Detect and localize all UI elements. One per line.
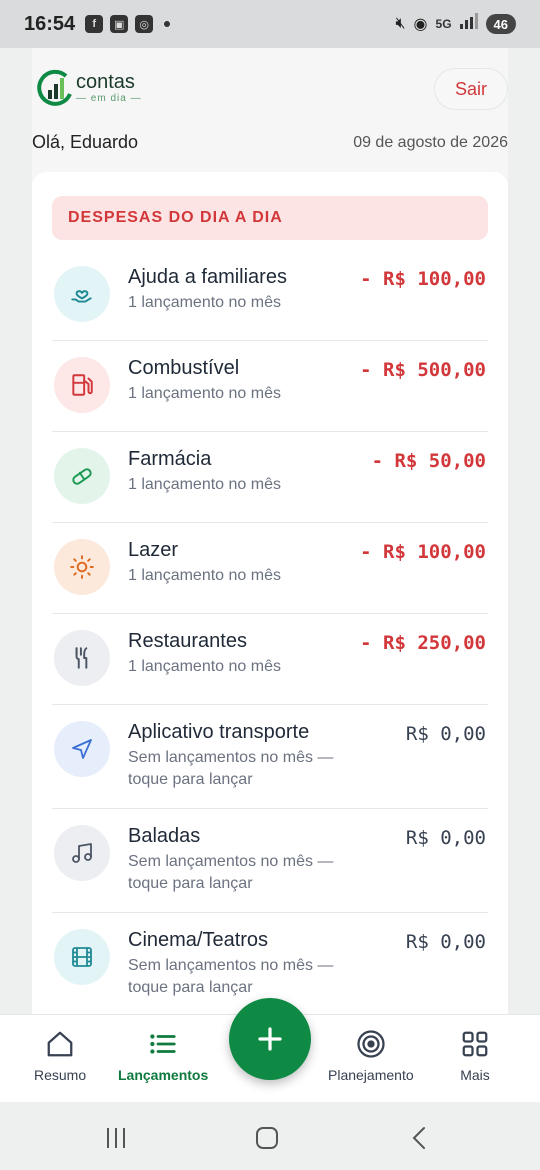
- category-row[interactable]: Restaurantes 1 lançamento no mês - R$ 25…: [52, 614, 488, 705]
- category-list: Ajuda a familiares 1 lançamento no mês -…: [52, 250, 488, 1017]
- category-row[interactable]: Aplicativo transporte Sem lançamentos no…: [52, 705, 488, 809]
- mute-icon: 🔇︎: [395, 15, 406, 32]
- nav-label: Resumo: [34, 1067, 87, 1083]
- category-amount: - R$ 500,00: [360, 359, 486, 381]
- category-name: Ajuda a familiares: [128, 266, 287, 288]
- notification-icons: f ▣ ◎: [85, 15, 171, 33]
- nav-label: Mais: [460, 1067, 490, 1083]
- category-amount: R$ 0,00: [405, 723, 486, 745]
- category-row[interactable]: Lazer 1 lançamento no mês - R$ 100,00: [52, 523, 488, 614]
- network-type: 5G: [435, 17, 452, 31]
- category-name: Lazer: [128, 539, 179, 561]
- sun-icon: [70, 555, 94, 579]
- logout-button[interactable]: Sair: [434, 68, 508, 110]
- status-bar: 16:54 f ▣ ◎ 🔇︎ ◉ 5G 46: [0, 0, 540, 48]
- add-entry-button[interactable]: [229, 998, 311, 1080]
- category-icon-bg: [54, 357, 110, 413]
- category-name: Aplicativo transporte: [128, 721, 310, 743]
- category-subtitle: Sem lançamentos no mês — toque para lanç…: [128, 853, 334, 892]
- category-name: Baladas: [128, 825, 201, 847]
- system-status: 🔇︎ ◉ 5G 46: [395, 13, 516, 35]
- logo-subtitle: — em dia —: [76, 93, 142, 104]
- nav-planejamento[interactable]: Planejamento: [328, 1029, 414, 1083]
- category-subtitle: Sem lançamentos no mês — toque para lanç…: [128, 957, 334, 996]
- category-icon-bg: [54, 448, 110, 504]
- app-container: contas — em dia — Sair Olá, Eduardo 09 d…: [32, 48, 508, 1014]
- list-icon: [150, 1034, 176, 1054]
- category-subtitle: Sem lançamentos no mês — toque para lanç…: [128, 749, 334, 788]
- category-icon-bg: [54, 630, 110, 686]
- category-icon-bg: [54, 721, 110, 777]
- category-subtitle: 1 lançamento no mês: [128, 658, 281, 675]
- category-name: Farmácia: [128, 448, 212, 470]
- category-icon-bg: [54, 539, 110, 595]
- category-name: Cinema/Teatros: [128, 929, 269, 951]
- home-button[interactable]: [255, 1126, 279, 1150]
- category-subtitle: 1 lançamento no mês: [128, 567, 281, 584]
- logo-chart-icon: [36, 68, 72, 108]
- music-icon: [72, 843, 92, 863]
- category-row[interactable]: Farmácia 1 lançamento no mês - R$ 50,00: [52, 432, 488, 523]
- category-icon-bg: [54, 825, 110, 881]
- category-row[interactable]: Baladas Sem lançamentos no mês — toque p…: [52, 809, 488, 913]
- category-amount: - R$ 100,00: [360, 268, 486, 290]
- more-notifications-icon: [164, 21, 171, 27]
- nav-mais[interactable]: Mais: [460, 1029, 490, 1083]
- logo-title: contas: [76, 71, 135, 93]
- nav-resumo[interactable]: Resumo: [34, 1029, 86, 1083]
- facebook-icon: f: [85, 15, 104, 33]
- greeting: Olá, Eduardo: [32, 132, 139, 152]
- status-time: 16:54: [24, 12, 76, 35]
- category-amount: - R$ 100,00: [360, 541, 486, 563]
- film-icon: [72, 947, 92, 967]
- nav-label: Planejamento: [328, 1067, 414, 1083]
- plus-icon: [258, 1027, 282, 1051]
- hand-heart-icon: [71, 290, 92, 303]
- recent-apps-button[interactable]: [104, 1126, 128, 1150]
- category-name: Restaurantes: [128, 630, 247, 652]
- screenshot-icon: ▣: [110, 15, 129, 33]
- category-amount: - R$ 250,00: [360, 632, 486, 654]
- category-icon-bg: [54, 929, 110, 985]
- app-logo: contas — em dia —: [36, 68, 142, 108]
- target-icon: [357, 1030, 385, 1058]
- category-row[interactable]: Ajuda a familiares 1 lançamento no mês -…: [52, 250, 488, 341]
- category-amount: - R$ 50,00: [371, 450, 486, 472]
- utensils-icon: [75, 647, 88, 669]
- category-subtitle: 1 lançamento no mês: [128, 385, 281, 402]
- category-icon-bg: [54, 266, 110, 322]
- back-button[interactable]: [408, 1126, 432, 1150]
- home-icon: [47, 1031, 73, 1057]
- pill-icon: [72, 468, 92, 485]
- content-panel: DESPESAS DO DIA A DIA Ajuda a familiares…: [32, 172, 508, 1014]
- signal-icon: [459, 13, 478, 35]
- category-row[interactable]: Combustível 1 lançamento no mês - R$ 500…: [52, 341, 488, 432]
- category-name: Combustível: [128, 357, 240, 379]
- category-amount: R$ 0,00: [405, 931, 486, 953]
- grid-icon: [462, 1031, 488, 1057]
- navigation-icon: [72, 739, 92, 759]
- nav-lancamentos[interactable]: Lançamentos: [118, 1029, 208, 1083]
- fuel-icon: [72, 374, 93, 396]
- nav-label: Lançamentos: [118, 1067, 209, 1083]
- category-amount: R$ 0,00: [405, 827, 486, 849]
- hotspot-icon: ◉: [413, 16, 428, 33]
- category-subtitle: 1 lançamento no mês: [128, 476, 281, 493]
- category-subtitle: 1 lançamento no mês: [128, 294, 281, 311]
- section-title: DESPESAS DO DIA A DIA: [52, 196, 488, 240]
- battery-indicator: 46: [485, 14, 516, 34]
- instagram-icon: ◎: [135, 15, 154, 33]
- current-date: 09 de agosto de 2026: [353, 134, 508, 151]
- system-navigation-bar: [0, 1102, 540, 1170]
